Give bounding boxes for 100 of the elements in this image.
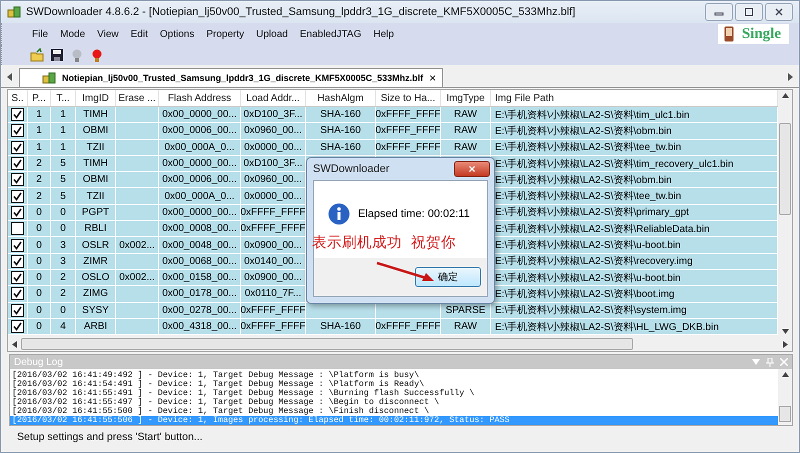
maximize-icon — [744, 7, 754, 17]
scrollbar-thumb[interactable] — [779, 406, 791, 422]
bulb-button[interactable] — [70, 47, 84, 63]
checkbox[interactable] — [11, 238, 24, 252]
table-cell: 0x00_0006_00... — [162, 125, 237, 136]
menu-item[interactable]: Edit — [124, 28, 154, 40]
table-cell: 5 — [60, 158, 66, 170]
table-cell-text: E:\手机资料\小辣椒\LA2-S\资料\tim_ulc1.bin — [495, 108, 690, 122]
table-cell: 0xFFFF_FFFF — [376, 109, 440, 120]
log-line[interactable]: [2016/03/02 16:41:55:491 ] - Device: 1, Target Debug Message : \Burning flash Successfully \ — [10, 389, 778, 398]
menu-item[interactable]: Property — [200, 28, 250, 40]
scrollbar-thumb[interactable] — [21, 338, 633, 350]
table-cell: OBMI — [82, 174, 108, 186]
menu-item[interactable]: Mode — [54, 28, 92, 40]
table-cell: SYSY — [82, 304, 109, 316]
table-cell-text: E:\手机资料\小辣椒\LA2-S\资料\u-boot.bin — [495, 238, 681, 252]
menu-item[interactable]: Options — [154, 28, 200, 40]
table-cell: 0xFFFF_FFFF — [240, 206, 306, 218]
table-cell: 1 — [60, 109, 66, 120]
save-button[interactable] — [50, 47, 64, 63]
table-cell: 1 — [36, 125, 42, 136]
column-header[interactable]: ImgType — [441, 90, 491, 106]
checkbox[interactable] — [11, 254, 24, 268]
scroll-up-icon — [782, 372, 788, 377]
table-cell: 0x00_0000_00... — [162, 206, 237, 218]
scrollbar-thumb[interactable] — [779, 122, 791, 214]
column-header[interactable]: Size to Ha... — [376, 90, 441, 106]
table-cell-text: E:\手机资料\小辣椒\LA2-S\资料\obm.bin — [495, 174, 672, 187]
dropdown-icon — [752, 359, 760, 365]
table-cell: 2 — [60, 288, 66, 300]
close-button[interactable]: × — [454, 161, 490, 177]
checkbox[interactable] — [11, 222, 24, 236]
checkbox[interactable] — [11, 108, 24, 122]
table-cell: 0xFFFF_FFFF — [376, 142, 440, 153]
checkbox[interactable] — [11, 190, 24, 203]
checkbox[interactable] — [11, 271, 24, 284]
checkbox[interactable] — [11, 173, 24, 186]
log-line[interactable]: [2016/03/02 16:41:49:492 ] - Device: 1, Target Debug Message : \Platform is busy\ — [10, 371, 778, 380]
checkbox[interactable] — [11, 287, 24, 300]
column-header[interactable]: Flash Address — [159, 90, 241, 106]
table-cell-text: E:\手机资料\小辣椒\LA2-S\资料\obm.bin — [495, 124, 672, 138]
table-cell: 0x0000_00... — [244, 142, 302, 153]
save-icon — [50, 48, 64, 62]
minimize-button[interactable] — [705, 3, 733, 21]
checkbox[interactable] — [11, 140, 24, 154]
table-cell: 2 — [60, 272, 66, 284]
checkbox[interactable] — [11, 320, 24, 333]
maximize-button[interactable] — [735, 3, 763, 21]
phone-icon — [724, 26, 734, 42]
table-cell: 0xD100_3F... — [244, 109, 302, 120]
table-cell-text: E:\手机资料\小辣椒\LA2-S\资料\recovery.img — [495, 254, 693, 268]
open-button[interactable] — [30, 47, 44, 63]
menu-item[interactable]: Help — [367, 28, 400, 40]
checkbox[interactable] — [11, 157, 24, 170]
table-cell: TZII — [86, 142, 104, 153]
table-cell: OBMI — [82, 125, 108, 136]
bulb-icon — [70, 48, 84, 62]
menu-item[interactable]: EnabledJTAG — [294, 28, 368, 40]
log-line[interactable]: [2016/03/02 16:41:55:497 ] - Device: 1, Target Debug Message : \Begin to disconnect \ — [10, 398, 778, 407]
column-header[interactable]: S.. — [8, 90, 28, 106]
close-icon — [780, 358, 788, 366]
column-header[interactable]: P... — [28, 90, 51, 106]
menu-item[interactable]: View — [91, 28, 125, 40]
table-cell: PGPT — [82, 206, 110, 218]
menu-item[interactable]: Upload — [250, 28, 294, 40]
table-cell: ZIMG — [83, 288, 108, 300]
log-line[interactable]: [2016/03/02 16:41:54:491 ] - Device: 1, Target Debug Message : \Platform is Ready\ — [10, 380, 778, 389]
log-line[interactable]: [2016/03/02 16:41:55:500 ] - Device: 1, Target Debug Message : \Finish disconnect \ — [10, 407, 778, 416]
close-button[interactable] — [765, 3, 793, 21]
checkbox[interactable] — [11, 124, 24, 138]
table-cell: 1 — [36, 109, 42, 120]
column-header[interactable]: T... — [51, 90, 76, 106]
table-cell-text: E:\手机资料\小辣椒\LA2-S\资料\HL_LWG_DKB.bin — [495, 320, 719, 334]
table-cell: 0x00_0008_00... — [162, 223, 237, 234]
table-cell: 0x0900_00... — [244, 272, 302, 284]
folder-icon — [30, 48, 44, 62]
column-header[interactable]: ImgID — [76, 90, 116, 106]
column-header[interactable]: HashAlgm — [306, 90, 376, 106]
checkbox[interactable] — [11, 206, 24, 219]
scroll-right-icon — [787, 73, 793, 81]
file-tab[interactable]: Notiepian_lj50v00_Trusted_Samsung_lpddr3_1G_discrete_KMF5X0005C_533Mhz.blf × — [19, 68, 444, 87]
column-header[interactable]: Erase ... — [116, 90, 159, 106]
table-cell: SPARSE — [446, 304, 486, 316]
bulb-button[interactable] — [90, 47, 104, 63]
table-cell: SHA-160 — [320, 142, 361, 153]
table-cell: 0x0110_7F... — [244, 288, 302, 300]
table-cell-text: E:\手机资料\小辣椒\LA2-S\资料\boot.img — [495, 288, 674, 301]
table-cell-text: E:\手机资料\小辣椒\LA2-S\资料\tim_recovery_ulc1.bin — [495, 158, 734, 171]
app-icon — [7, 6, 21, 18]
close-tab-button[interactable]: × — [429, 71, 436, 85]
column-header[interactable]: Load Addr... — [241, 90, 306, 106]
arrow-icon — [376, 261, 436, 283]
checkbox[interactable] — [11, 304, 24, 317]
scroll-up-icon — [782, 93, 788, 98]
menu-item[interactable]: File — [26, 28, 54, 40]
ok-button[interactable]: 确定 — [415, 267, 481, 287]
table-cell: 0x00_000A_0... — [164, 190, 235, 202]
table-cell: 2 — [36, 174, 42, 186]
table-cell: 0x00_0000_00... — [162, 158, 237, 170]
table-cell: 0x00_0000_00... — [162, 109, 237, 120]
